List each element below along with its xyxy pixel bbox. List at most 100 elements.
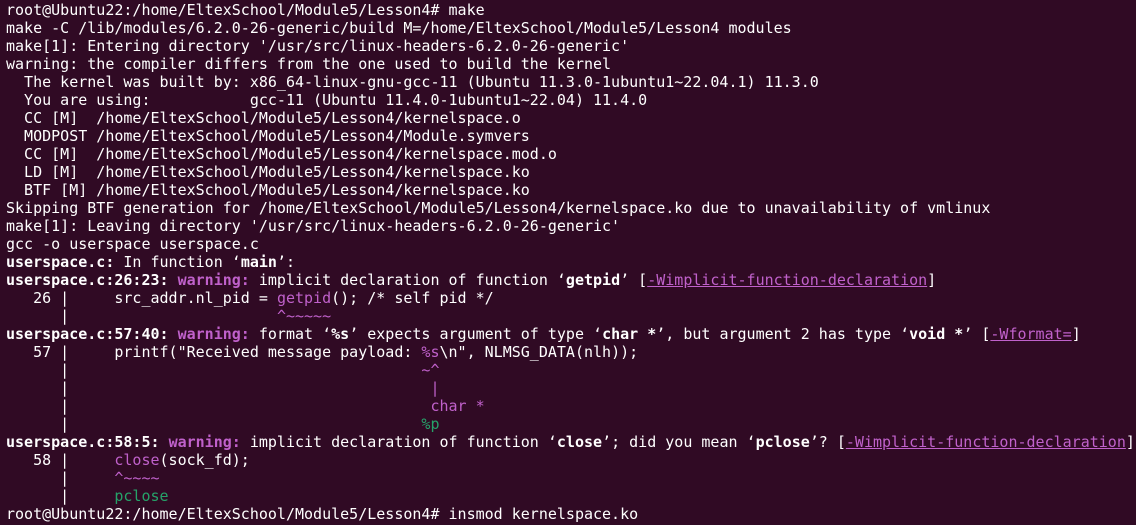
terminal-text: Skipping BTF generation for /home/EltexS… — [6, 199, 991, 217]
terminal-text: | — [6, 379, 431, 397]
terminal-text: implicit declaration of function ‘ — [240, 433, 557, 451]
terminal-text: | — [6, 397, 431, 415]
terminal-line: make -C /lib/modules/6.2.0-26-generic/bu… — [6, 19, 1136, 37]
terminal-text: getpid — [276, 289, 332, 307]
terminal-text: The kernel was built by: x86_64-linux-gn… — [6, 73, 819, 91]
terminal-line: MODPOST /home/EltexSchool/Module5/Lesson… — [6, 127, 1136, 145]
terminal-line: CC [M] /home/EltexSchool/Module5/Lesson4… — [6, 145, 1136, 163]
terminal-line: | pclose — [6, 487, 1136, 505]
terminal-text: ’: — [276, 253, 295, 271]
terminal-line: 26 | src_addr.nl_pid = getpid(); /* self… — [6, 289, 1136, 307]
terminal-text: close — [114, 451, 160, 469]
terminal-line: gcc -o userspace userspace.c — [6, 235, 1136, 253]
terminal-text: | — [6, 469, 115, 487]
terminal-text: implicit declaration of function ‘ — [249, 271, 566, 289]
terminal-text: | — [6, 415, 422, 433]
terminal-line: userspace.c:26:23: warning: implicit dec… — [6, 271, 1136, 289]
terminal-text: \n", NLMSG_DATA(nlh)); — [439, 343, 639, 361]
terminal-text: void * — [909, 325, 964, 343]
terminal-text: char * — [430, 397, 485, 415]
terminal-text: | — [6, 307, 277, 325]
terminal-text: You are using: gcc-11 (Ubuntu 11.4.0-1ub… — [6, 91, 648, 109]
terminal-text: ] — [927, 271, 937, 289]
terminal-text: make[1]: Leaving directory '/usr/src/lin… — [6, 217, 621, 235]
terminal-line: userspace.c:57:40: warning: format ‘%s’ … — [6, 325, 1136, 343]
terminal-line: CC [M] /home/EltexSchool/Module5/Lesson4… — [6, 109, 1136, 127]
terminal-text: getpid — [565, 271, 621, 289]
terminal-text: make -C /lib/modules/6.2.0-26-generic/bu… — [6, 19, 792, 37]
terminal-line: Skipping BTF generation for /home/EltexS… — [6, 199, 1136, 217]
terminal-text: userspace.c: — [6, 253, 115, 271]
terminal-text: | — [6, 487, 115, 505]
terminal-text: %p — [421, 415, 440, 433]
terminal-text: ] — [1071, 325, 1081, 343]
terminal-text: userspace.c:26:23: — [6, 271, 169, 289]
terminal-text: | — [430, 379, 440, 397]
terminal-line: | char * — [6, 397, 1136, 415]
terminal-text: (sock_fd); — [159, 451, 250, 469]
terminal-text: gcc -o userspace userspace.c — [6, 235, 259, 253]
terminal-text: ~^ — [421, 361, 440, 379]
terminal-text: warning: the compiler differs from the o… — [6, 55, 612, 73]
terminal-text: userspace.c:58:5: — [6, 433, 160, 451]
terminal-line: BTF [M] /home/EltexSchool/Module5/Lesson… — [6, 181, 1136, 199]
terminal-text: LD [M] /home/EltexSchool/Module5/Lesson4… — [6, 163, 530, 181]
terminal-text: userspace.c:57:40: — [6, 325, 169, 343]
terminal-text: ] — [1125, 433, 1135, 451]
terminal-text: ’ expects argument of type ‘ — [349, 325, 603, 343]
terminal-line: 58 | close(sock_fd); — [6, 451, 1136, 469]
terminal-text: In function ‘ — [114, 253, 241, 271]
terminal-line: You are using: gcc-11 (Ubuntu 11.4.0-1ub… — [6, 91, 1136, 109]
terminal-text: 26 | src_addr.nl_pid = — [6, 289, 277, 307]
terminal-line: root@Ubuntu22:/home/EltexSchool/Module5/… — [6, 1, 1136, 19]
terminal-text: warning: — [168, 433, 241, 451]
terminal-text: make[1]: Entering directory '/usr/src/li… — [6, 37, 630, 55]
terminal-text: root@Ubuntu22:/home/EltexSchool/Module5/… — [6, 1, 485, 19]
terminal-line: LD [M] /home/EltexSchool/Module5/Lesson4… — [6, 163, 1136, 181]
terminal-text: -Wimplicit-function-declaration — [845, 433, 1126, 451]
terminal-text: pclose — [755, 433, 810, 451]
terminal-text: format ‘ — [249, 325, 332, 343]
terminal-text: BTF [M] /home/EltexSchool/Module5/Lesson… — [6, 181, 530, 199]
terminal-line: | %p — [6, 415, 1136, 433]
terminal-text: (); /* self pid */ — [331, 289, 494, 307]
terminal-line: The kernel was built by: x86_64-linux-gn… — [6, 73, 1136, 91]
terminal-line: userspace.c:58:5: warning: implicit decl… — [6, 433, 1136, 451]
terminal-text: | — [6, 361, 422, 379]
terminal-line: | ^~~~~~ — [6, 307, 1136, 325]
terminal-text: %s — [421, 343, 440, 361]
terminal-output[interactable]: root@Ubuntu22:/home/EltexSchool/Module5/… — [0, 0, 1136, 525]
terminal-text: char * — [602, 325, 657, 343]
terminal-text: %s — [331, 325, 350, 343]
terminal-text: -Wimplicit-function-declaration — [647, 271, 928, 289]
terminal-text: ’ [ — [620, 271, 648, 289]
terminal-text: 57 | printf("Received message payload: — [6, 343, 422, 361]
terminal-line: warning: the compiler differs from the o… — [6, 55, 1136, 73]
terminal-text: -Wformat= — [990, 325, 1072, 343]
terminal-text: ’ [ — [963, 325, 991, 343]
terminal-text: CC [M] /home/EltexSchool/Module5/Lesson4… — [6, 145, 557, 163]
terminal-text: root@Ubuntu22:/home/EltexSchool/Module5/… — [6, 505, 639, 523]
terminal-line: | | — [6, 379, 1136, 397]
terminal-text: ^~~~~~ — [276, 307, 332, 325]
terminal-text: warning: — [177, 271, 250, 289]
terminal-line: userspace.c: In function ‘main’: — [6, 253, 1136, 271]
terminal-text: pclose — [114, 487, 169, 505]
terminal-text: CC [M] /home/EltexSchool/Module5/Lesson4… — [6, 109, 521, 127]
terminal-text: close — [556, 433, 603, 451]
terminal-text: 58 | — [6, 451, 115, 469]
terminal-text: MODPOST /home/EltexSchool/Module5/Lesson… — [6, 127, 530, 145]
terminal-line: 57 | printf("Received message payload: %… — [6, 343, 1136, 361]
terminal-line: root@Ubuntu22:/home/EltexSchool/Module5/… — [6, 505, 1136, 523]
terminal-text: ’? [ — [809, 433, 846, 451]
terminal-line: make[1]: Leaving directory '/usr/src/lin… — [6, 217, 1136, 235]
terminal-text: ’; did you mean ‘ — [602, 433, 756, 451]
terminal-text: warning: — [177, 325, 250, 343]
terminal-text: main — [240, 253, 277, 271]
terminal-line: | ^~~~~ — [6, 469, 1136, 487]
terminal-text: ’, but argument 2 has type ‘ — [656, 325, 910, 343]
terminal-text: ^~~~~ — [114, 469, 160, 487]
